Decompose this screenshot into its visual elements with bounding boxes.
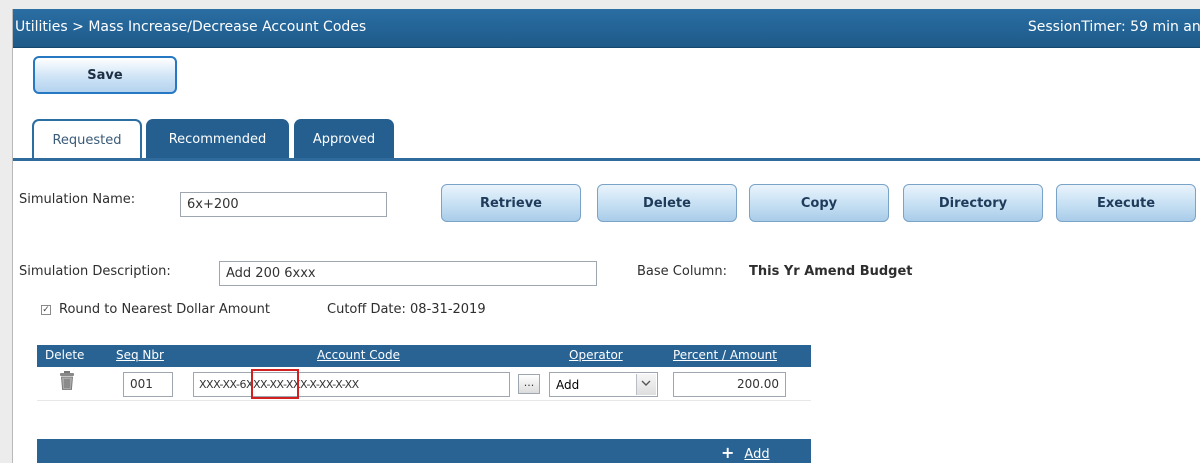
add-row-link[interactable]: + Add [721,443,770,462]
table-header: Delete Seq Nbr Account Code Operator Per… [37,345,811,367]
save-button[interactable]: Save [33,56,177,94]
header-operator[interactable]: Operator [569,348,623,362]
simulation-name-label: Simulation Name: [19,192,136,207]
table-footer [37,439,811,463]
simulation-description-label: Simulation Description: [19,264,171,279]
header-account-code[interactable]: Account Code [317,348,400,362]
add-label: Add [744,447,770,462]
trash-icon[interactable] [59,371,75,390]
tab-recommended[interactable]: Recommended [146,119,289,159]
round-checkbox[interactable]: ✓ [41,305,51,315]
account-lookup-button[interactable]: ... [518,374,540,394]
seq-nbr-input[interactable]: 001 [123,372,173,397]
tab-requested[interactable]: Requested [32,119,142,159]
operator-select[interactable]: Add [549,372,658,397]
session-timer: SessionTimer: 59 min and 5 [1027,19,1200,35]
base-column-value: This Yr Amend Budget [749,264,913,279]
copy-button[interactable]: Copy [749,184,889,222]
header-percent-amount[interactable]: Percent / Amount [673,348,777,362]
cutoff-date: Cutoff Date: 08-31-2019 [327,302,486,317]
delete-button[interactable]: Delete [597,184,737,222]
round-label: Round to Nearest Dollar Amount [59,302,270,317]
header-seq-nbr[interactable]: Seq Nbr [116,348,164,362]
base-column-label: Base Column: [637,264,727,279]
app-window: Utilities > Mass Increase/Decrease Accou… [12,9,1200,463]
plus-icon: + [721,443,735,462]
highlight-box [251,369,299,399]
ellipsis-icon: ... [523,376,535,389]
account-code-input[interactable]: XXX-XX-6XXX-XX-XXX-X-XX-X-XX [193,372,510,397]
simulation-name-input[interactable]: 6x+200 [180,192,387,217]
execute-button[interactable]: Execute [1056,184,1196,222]
tab-divider [13,158,1200,161]
retrieve-button[interactable]: Retrieve [441,184,581,222]
directory-button[interactable]: Directory [903,184,1043,222]
header-delete: Delete [45,348,85,362]
chevron-down-icon[interactable] [636,374,656,395]
page-title: Utilities > Mass Increase/Decrease Accou… [15,19,367,35]
title-bar: Utilities > Mass Increase/Decrease Accou… [13,9,1200,48]
tab-approved[interactable]: Approved [294,119,394,159]
table-empty-area [37,401,811,439]
simulation-description-input[interactable]: Add 200 6xxx [219,261,597,286]
operator-value: Add [556,378,580,392]
percent-amount-input[interactable]: 200.00 [673,372,786,397]
